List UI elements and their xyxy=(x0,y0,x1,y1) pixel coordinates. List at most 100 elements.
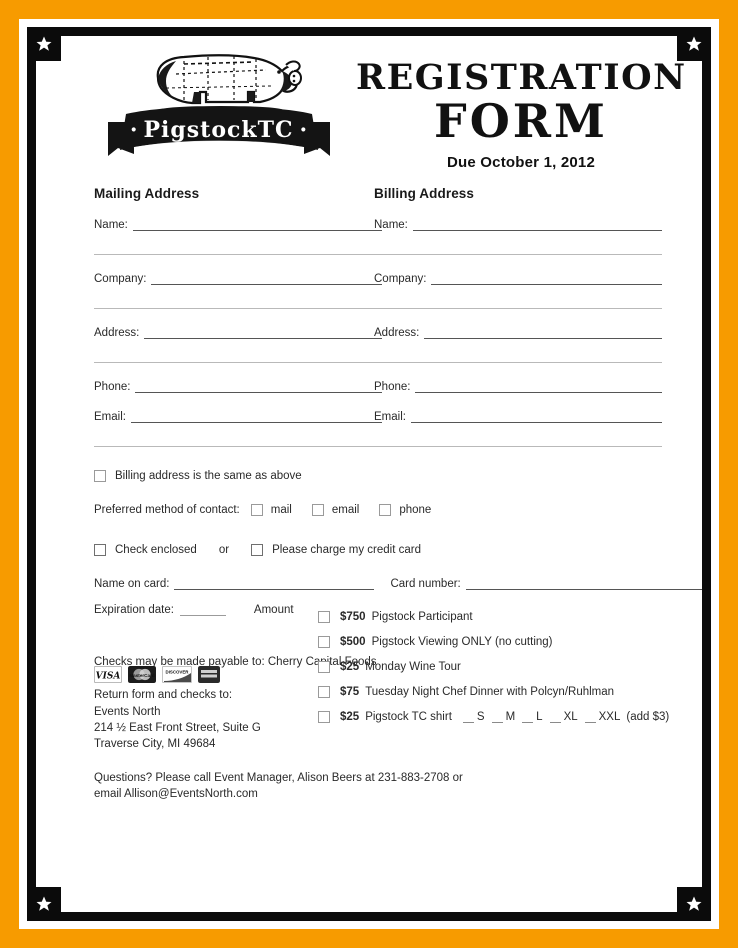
mailing-address-row: Address: xyxy=(94,320,382,339)
price-option-chef-dinner[interactable]: $75 Tuesday Night Chef Dinner with Polcy… xyxy=(318,679,702,704)
size-note-label: (add $3) xyxy=(626,710,670,723)
price-options-list: $750 Pigstock Participant $500 Pigstock … xyxy=(318,604,702,729)
mailing-email-row-2 xyxy=(94,432,382,447)
shirt-amount: $25 xyxy=(340,710,360,723)
mailing-name-input-2[interactable] xyxy=(94,243,382,255)
star-icon xyxy=(686,36,702,51)
chef-dinner-desc: Tuesday Night Chef Dinner with Polcyn/Ru… xyxy=(365,685,615,698)
chef-dinner-amount: $75 xyxy=(340,685,360,698)
size-s-line[interactable] xyxy=(462,713,474,723)
viewing-amount: $500 xyxy=(340,635,366,648)
pigstock-banner: · PigstockTC · xyxy=(108,106,330,168)
billing-company-input-2[interactable] xyxy=(374,297,662,309)
price-option-shirt[interactable]: $25 Pigstock TC shirt S M L XL XXL (add … xyxy=(318,704,702,729)
billing-email-input-2[interactable] xyxy=(374,435,662,447)
card-number-input[interactable] xyxy=(465,578,702,590)
mailing-email-input-2[interactable] xyxy=(94,435,382,447)
shirt-size-note: (add $3) xyxy=(626,711,669,723)
mailing-email-input[interactable] xyxy=(130,411,382,423)
corner-star-top-right xyxy=(677,27,711,61)
wine-tour-checkbox[interactable] xyxy=(318,660,330,673)
banner-label: PigstockTC xyxy=(143,117,293,143)
questions-line-1: Questions? Please call Event Manager, Al… xyxy=(94,771,463,784)
return-city: Traverse City, MI 49684 xyxy=(94,738,216,751)
star-icon xyxy=(686,896,702,911)
price-option-wine-tour[interactable]: $25 Monday Wine Tour xyxy=(318,654,702,679)
form-header: · PigstockTC · REGISTRATION FORM Due Octob… xyxy=(36,36,702,186)
same-as-above-label: Billing address is the same as above xyxy=(115,470,302,482)
size-xl-line[interactable] xyxy=(549,713,561,723)
email-checkbox[interactable] xyxy=(311,504,324,516)
svg-text:VISA: VISA xyxy=(96,672,121,682)
mailing-address-row-2 xyxy=(94,348,382,363)
billing-name-label: Name: xyxy=(374,218,408,231)
participant-checkbox[interactable] xyxy=(318,610,330,623)
corner-star-bottom-left xyxy=(27,887,61,921)
billing-name-input-2[interactable] xyxy=(374,243,662,255)
banner-dot-right: · xyxy=(300,117,309,143)
charge-card-label: Please charge my credit card xyxy=(272,544,421,556)
mail-checkbox[interactable] xyxy=(250,504,263,516)
shirt-size-xxl[interactable]: XXL xyxy=(584,711,620,723)
corner-star-top-left xyxy=(27,27,61,61)
preferred-contact-mail[interactable]: mail xyxy=(250,504,292,516)
billing-company-input[interactable] xyxy=(431,273,662,285)
size-xxl-line[interactable] xyxy=(584,713,596,723)
expiration-date-input[interactable] xyxy=(179,604,226,616)
mailing-name-row: Name: xyxy=(94,212,382,231)
billing-phone-input[interactable] xyxy=(415,381,662,393)
same-as-above-row[interactable]: Billing address is the same as above xyxy=(94,470,702,482)
shirt-checkbox[interactable] xyxy=(318,710,330,723)
mailing-company-input-2[interactable] xyxy=(94,297,382,309)
shirt-desc: Pigstock TC shirt xyxy=(365,710,452,723)
size-l-label: L xyxy=(536,710,543,723)
shirt-size-xl[interactable]: XL xyxy=(549,711,578,723)
mailing-company-input[interactable] xyxy=(151,273,382,285)
size-m-line[interactable] xyxy=(491,713,503,723)
mailing-phone-row: Phone: xyxy=(94,374,382,393)
chef-dinner-checkbox[interactable] xyxy=(318,685,330,698)
or-separator: or xyxy=(218,544,230,556)
size-m-label: M xyxy=(505,710,516,723)
price-option-viewing[interactable]: $500 Pigstock Viewing ONLY (no cutting) xyxy=(318,629,702,654)
mailing-name-row-2 xyxy=(94,240,382,255)
billing-address-heading: Billing Address xyxy=(374,186,475,201)
expiration-date-label: Expiration date: xyxy=(94,604,174,616)
amex-logo xyxy=(198,666,220,683)
mailing-name-input[interactable] xyxy=(132,219,382,231)
billing-phone-label: Phone: xyxy=(374,380,411,393)
billing-address-input-2[interactable] xyxy=(374,351,662,363)
billing-name-input[interactable] xyxy=(412,219,662,231)
shirt-size-options: S M L XL XXL (add $3) xyxy=(456,711,669,723)
size-l-line[interactable] xyxy=(522,713,534,723)
form-sheet: · PigstockTC · REGISTRATION FORM Due Octob… xyxy=(36,36,702,912)
accepted-cards: VISA MasterCard DISCOVER xyxy=(94,666,220,683)
visa-logo: VISA xyxy=(94,666,122,683)
phone-checkbox[interactable] xyxy=(379,504,392,516)
pig-illustration xyxy=(136,48,306,114)
viewing-checkbox[interactable] xyxy=(318,635,330,648)
same-as-above-checkbox[interactable] xyxy=(94,470,106,482)
mailing-address-heading: Mailing Address xyxy=(94,186,200,201)
participant-amount: $750 xyxy=(340,610,366,623)
shirt-size-m[interactable]: M xyxy=(491,710,516,723)
mailing-name-label: Name: xyxy=(94,218,128,231)
preferred-contact-phone[interactable]: phone xyxy=(379,504,431,516)
check-enclosed-checkbox[interactable] xyxy=(94,544,106,556)
mailing-email-row: Email: xyxy=(94,404,382,423)
card-number-label: Card number: xyxy=(390,578,461,590)
mailing-address-input-2[interactable] xyxy=(94,351,382,363)
shirt-size-l[interactable]: L xyxy=(522,710,543,723)
shirt-size-s[interactable]: S xyxy=(462,711,485,723)
pig-icon xyxy=(156,54,302,114)
svg-text:DISCOVER: DISCOVER xyxy=(166,670,190,675)
billing-address-input[interactable] xyxy=(424,327,662,339)
billing-email-input[interactable] xyxy=(410,411,662,423)
preferred-contact-email[interactable]: email xyxy=(311,504,359,516)
svg-text:·PigstockTC·: · PigstockTC · xyxy=(130,117,308,143)
name-on-card-input[interactable] xyxy=(174,578,375,590)
price-option-participant[interactable]: $750 Pigstock Participant xyxy=(318,604,702,629)
mailing-address-input[interactable] xyxy=(144,327,382,339)
mailing-phone-input[interactable] xyxy=(135,381,382,393)
charge-card-checkbox[interactable] xyxy=(251,544,264,556)
